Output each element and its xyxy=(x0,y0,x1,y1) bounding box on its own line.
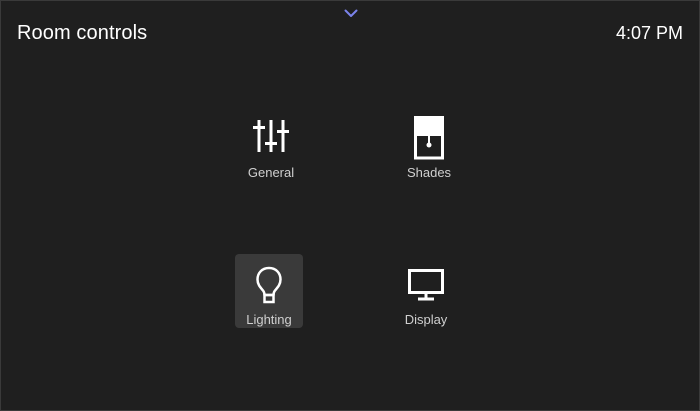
page-title: Room controls xyxy=(17,22,148,44)
sliders-icon xyxy=(253,120,289,152)
tile-general[interactable]: General xyxy=(237,109,305,183)
tile-display-label: Display xyxy=(404,312,448,327)
tile-display[interactable]: Display xyxy=(392,254,460,328)
tile-shades[interactable]: Shades xyxy=(395,109,463,183)
clock-time: 4:07 PM xyxy=(615,23,683,43)
lightbulb-icon xyxy=(256,266,282,304)
chevron-down-icon xyxy=(344,9,358,17)
tile-general-label: General xyxy=(247,165,295,180)
tile-lighting-label: Lighting xyxy=(246,312,292,327)
tile-lighting[interactable]: Lighting xyxy=(235,254,303,328)
room-controls-screen: Room controls 4:07 PM General Shades Lig… xyxy=(0,0,700,411)
shades-icon xyxy=(414,116,444,160)
monitor-icon xyxy=(408,269,444,301)
collapse-button[interactable] xyxy=(341,5,361,21)
tile-shades-label: Shades xyxy=(406,165,452,180)
